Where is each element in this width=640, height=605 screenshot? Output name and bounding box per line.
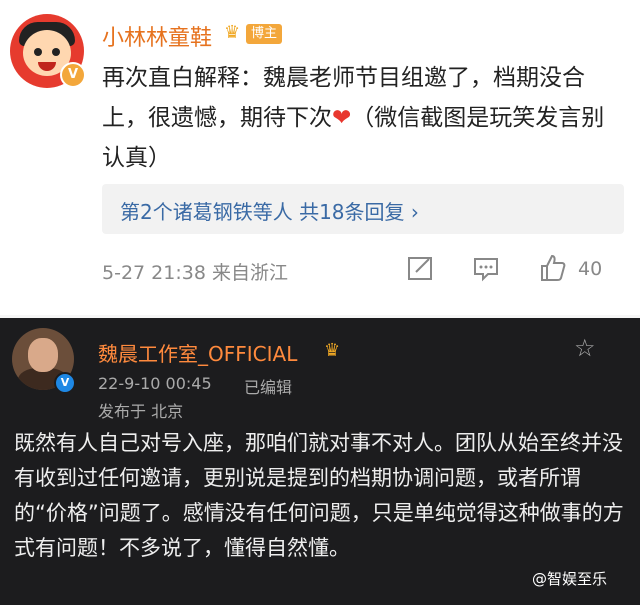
verified-v-icon: V <box>54 372 76 394</box>
crown-icon: ♛ <box>224 22 241 43</box>
heart-icon: ❤ <box>332 105 352 131</box>
comment-text: 再次直白解释：魏晨老师节目组邀了，档期没合上，很遗憾，期待下次❤（微信截图是玩笑… <box>102 65 605 171</box>
like-icon[interactable] <box>536 252 568 284</box>
like-count: 40 <box>578 258 603 280</box>
weibo-comment-card: V 小林林童鞋 ♛ 博主 再次直白解释：魏晨老师节目组邀了，档期没合上，很遗憾，… <box>0 0 640 315</box>
verified-v-icon: V <box>60 62 86 88</box>
edited-label: 已编辑 <box>244 378 293 397</box>
watermark: @智娱至乐 <box>532 570 608 588</box>
comment-icon[interactable] <box>470 252 502 284</box>
post-text: 既然有人自己对号入座，那咱们就对事不对人。团队从始至终并没有收到过任何邀请，更别… <box>14 431 624 560</box>
weibo-post-card: V 魏晨工作室_OFFICIAL ♛ ☆ 22-9-10 00:45 已编辑 发… <box>0 318 640 605</box>
post-datetime: 22-9-10 00:45 <box>98 374 212 393</box>
replies-link[interactable]: 第2个诸葛钢铁等人 共18条回复 › <box>120 196 419 225</box>
crown-icon: ♛ <box>324 340 341 361</box>
blogger-badge: 博主 <box>246 24 283 44</box>
replies-box[interactable]: 第2个诸葛钢铁等人 共18条回复 › <box>102 184 624 234</box>
star-icon[interactable]: ☆ <box>574 334 596 362</box>
share-icon[interactable] <box>404 252 436 284</box>
username[interactable]: 魏晨工作室_OFFICIAL <box>98 338 297 367</box>
post-location: 发布于 北京 <box>98 402 184 421</box>
username[interactable]: 小林林童鞋 <box>102 20 212 52</box>
comment-meta: 5-27 21:38 来自浙江 <box>102 262 288 284</box>
